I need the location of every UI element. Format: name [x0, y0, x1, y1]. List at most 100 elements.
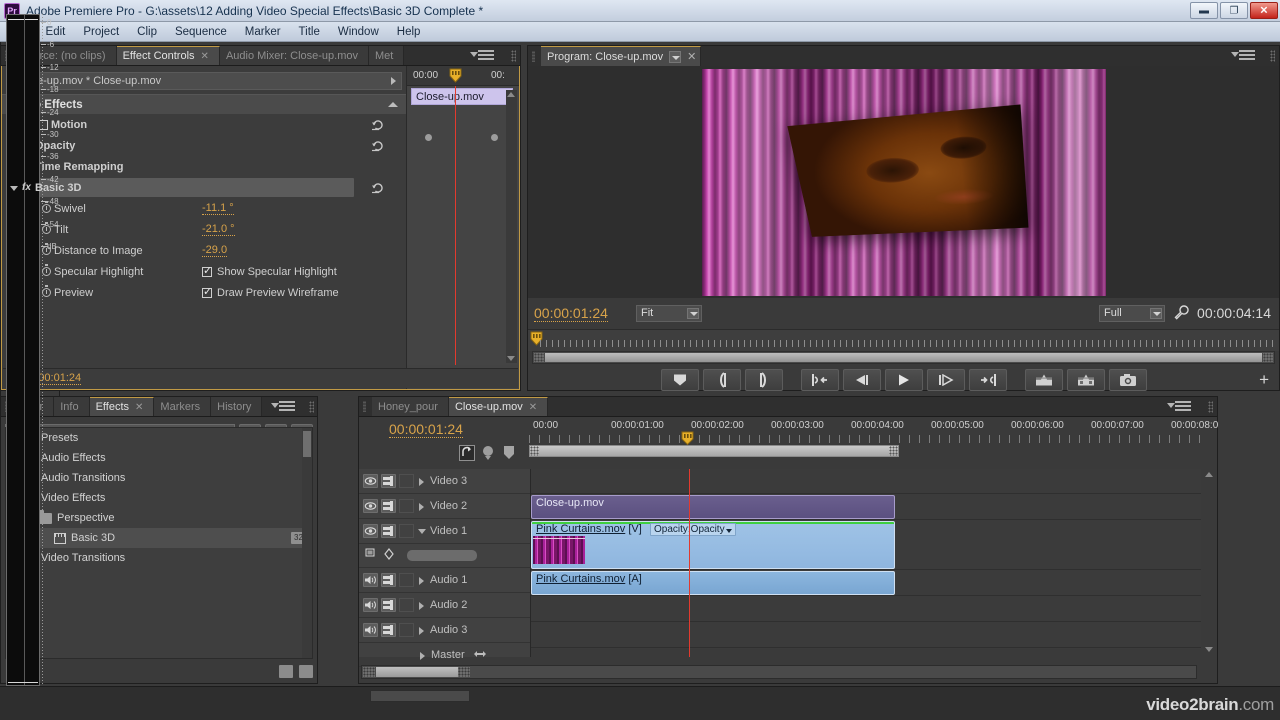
effect-row-time-remapping[interactable]: Time Remapping: [2, 156, 406, 177]
tab-markers[interactable]: Markers: [154, 397, 212, 416]
track-header-audio-3[interactable]: Audio 3: [359, 618, 530, 643]
effects-vertical-scrollbar[interactable]: [302, 428, 312, 658]
checkbox-icon[interactable]: [202, 285, 212, 298]
set-display-style-icon[interactable]: [365, 548, 378, 563]
settings-wrench-icon[interactable]: [1173, 304, 1189, 323]
track-sync-lock-box[interactable]: [399, 598, 414, 612]
tab-met[interactable]: Met: [369, 46, 405, 65]
track-sync-lock-box[interactable]: [399, 499, 414, 513]
keyframe-marker[interactable]: [425, 134, 432, 141]
tab-program-monitor[interactable]: Program: Close-up.mov ✕: [541, 46, 702, 66]
toggle-track-output-icon[interactable]: [363, 499, 378, 513]
track-lane-master[interactable]: [531, 649, 1201, 657]
panel-grip[interactable]: [1208, 401, 1213, 413]
track-lane-video-2[interactable]: Close-up.mov: [531, 495, 1201, 520]
close-icon[interactable]: ✕: [529, 402, 537, 413]
video-effects-section-header[interactable]: Video Effects: [2, 94, 406, 114]
toggle-track-output-icon[interactable]: [363, 598, 378, 612]
param-row-distance-to-image[interactable]: Distance to Image -29.0: [2, 240, 406, 261]
effect-controls-vertical-scrollbar[interactable]: [506, 90, 517, 363]
track-lane-video-1[interactable]: Pink Curtains.mov [V]Opacity:Opacity: [531, 521, 1201, 570]
menu-item-window[interactable]: Window: [329, 24, 388, 40]
reset-effect-icon[interactable]: [371, 118, 384, 131]
go-to-in-point-button[interactable]: [800, 369, 839, 391]
track-sync-lock-box[interactable]: [399, 623, 414, 637]
timeline-clip[interactable]: Pink Curtains.mov [V]Opacity:Opacity: [531, 521, 895, 569]
toggle-track-lock-icon[interactable]: [381, 474, 396, 488]
chevron-down-icon[interactable]: [669, 50, 682, 63]
keyframe-marker[interactable]: [491, 134, 498, 141]
play-stop-button[interactable]: [884, 369, 923, 391]
playback-quality-dropdown[interactable]: Full: [1099, 304, 1166, 322]
lift-button[interactable]: [1024, 369, 1063, 391]
chevron-down-icon[interactable]: [686, 307, 699, 319]
panel-grip[interactable]: [528, 50, 541, 62]
param-checkbox-group[interactable]: Show Specular Highlight: [202, 264, 337, 278]
timeline-playhead[interactable]: [689, 469, 690, 657]
track-header-audio-1[interactable]: Audio 1: [359, 568, 530, 593]
panel-grip[interactable]: [1270, 50, 1275, 62]
effect-controls-ruler[interactable]: 00:00 00:: [407, 66, 519, 86]
timeline-vertical-scrollbar[interactable]: [1203, 469, 1215, 655]
effect-controls-clip-strip[interactable]: Close-up.mov: [411, 88, 513, 105]
effect-row-opacity[interactable]: fx Opacity: [2, 135, 406, 156]
toggle-track-output-icon[interactable]: [363, 524, 378, 538]
param-row-swivel[interactable]: Swivel -11.1 °: [2, 198, 406, 219]
program-current-timecode[interactable]: 00:00:01:24: [534, 305, 608, 322]
set-encore-chapter-marker-icon[interactable]: [481, 445, 497, 461]
effect-row-basic-3d[interactable]: fx Basic 3D: [2, 177, 406, 198]
close-icon[interactable]: ✕: [687, 50, 696, 63]
program-monitor-panel-menu[interactable]: [1231, 50, 1255, 62]
step-forward-button[interactable]: [926, 369, 965, 391]
track-header-video-1[interactable]: Video 1: [359, 519, 530, 544]
toggle-track-output-icon[interactable]: [363, 573, 378, 587]
close-icon[interactable]: ✕: [201, 51, 209, 62]
effect-controls-keyframe-area[interactable]: Close-up.mov: [407, 86, 519, 365]
effect-controls-panel-menu[interactable]: [470, 50, 494, 62]
toggle-track-lock-icon[interactable]: [381, 499, 396, 513]
close-icon[interactable]: ✕: [135, 402, 143, 413]
param-row-tilt[interactable]: Tilt -21.0 °: [2, 219, 406, 240]
minimize-button[interactable]: ▬: [1190, 2, 1218, 19]
timeline-playhead-icon[interactable]: [681, 431, 694, 445]
add-marker-button[interactable]: [660, 369, 699, 391]
tab-history[interactable]: History: [211, 397, 263, 416]
go-to-out-point-button[interactable]: [968, 369, 1007, 391]
timeline-horizontal-scrollbar[interactable]: [361, 665, 1197, 679]
footer-scrollbar[interactable]: [370, 690, 470, 702]
toggle-track-output-icon[interactable]: [363, 474, 378, 488]
toggle-track-lock-icon[interactable]: [381, 573, 396, 587]
track-header-video-2[interactable]: Video 2: [359, 494, 530, 519]
track-opacity-slider[interactable]: [407, 550, 477, 561]
work-area-bar[interactable]: [529, 445, 899, 457]
timeline-clip[interactable]: Pink Curtains.mov [A]: [531, 571, 895, 595]
menu-item-marker[interactable]: Marker: [236, 24, 290, 40]
button-editor-add[interactable]: +: [1259, 370, 1269, 390]
menu-item-help[interactable]: Help: [388, 24, 430, 40]
timeline-clip[interactable]: Close-up.mov: [531, 495, 895, 519]
track-sync-lock-box[interactable]: [399, 573, 414, 587]
menu-item-clip[interactable]: Clip: [128, 24, 166, 40]
timeline-panel-menu[interactable]: [1167, 401, 1191, 413]
track-lane-audio-1[interactable]: Pink Curtains.mov [A]: [531, 571, 1201, 596]
snap-toggle-icon[interactable]: [459, 445, 475, 461]
track-header-expanded-video-1[interactable]: [359, 544, 530, 568]
param-value[interactable]: -21.0 °: [202, 223, 235, 236]
timeline-playhead-timecode[interactable]: 00:00:01:24: [389, 421, 463, 438]
tab-effects[interactable]: Effects ✕: [89, 397, 155, 416]
extract-button[interactable]: [1066, 369, 1105, 391]
menu-item-sequence[interactable]: Sequence: [166, 24, 236, 40]
chevron-down-icon[interactable]: [1150, 307, 1163, 319]
panel-grip[interactable]: [511, 50, 516, 62]
toggle-track-output-icon[interactable]: [363, 623, 378, 637]
track-lane-audio-3[interactable]: [531, 623, 1201, 648]
zoom-level-dropdown[interactable]: Fit: [635, 304, 702, 322]
menu-item-title[interactable]: Title: [290, 24, 329, 40]
set-unnumbered-marker-icon[interactable]: [503, 445, 519, 461]
program-duration-timecode[interactable]: 00:00:04:14: [1197, 305, 1271, 321]
track-lane-video-3[interactable]: [531, 469, 1201, 494]
track-header-video-3[interactable]: Video 3: [359, 469, 530, 494]
tab-audio-mixer-close-up-mov[interactable]: Audio Mixer: Close-up.mov: [219, 46, 369, 65]
tab-effect-controls[interactable]: Effect Controls ✕: [116, 46, 220, 65]
track-sync-lock-box[interactable]: [399, 524, 414, 538]
